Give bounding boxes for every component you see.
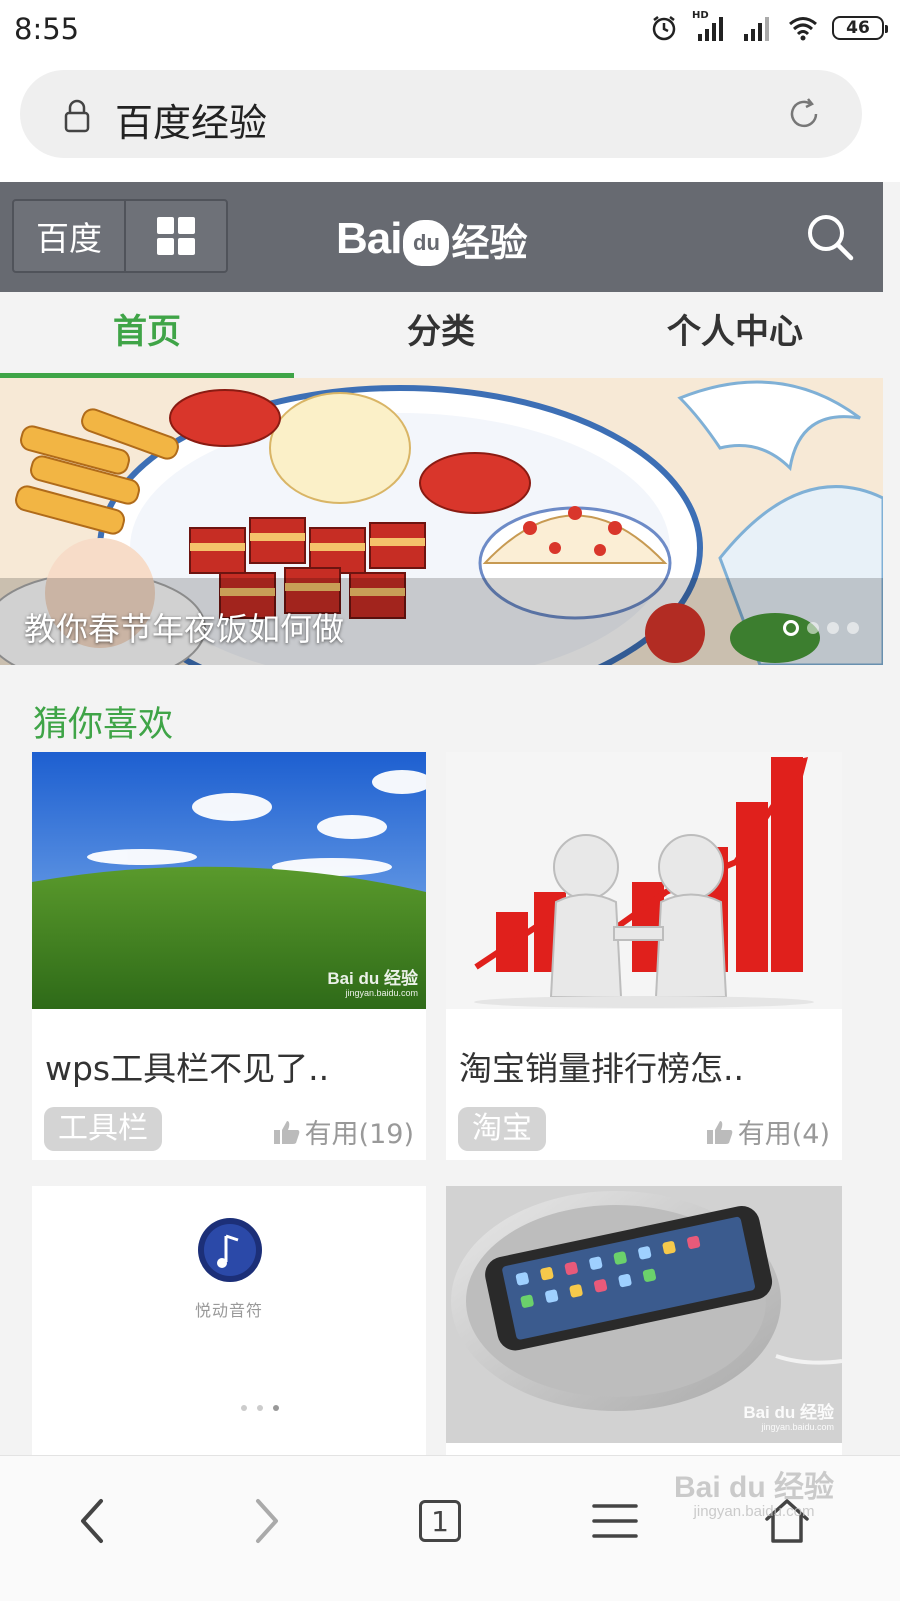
card-useful-count: 有用(19) [273,1112,414,1151]
card-tag[interactable]: 工具栏 [44,1107,162,1151]
status-bar: 8:55 HD 46 [0,0,900,62]
card-watermark-url: jingyan.baidu.com [761,1422,834,1433]
alarm-icon [652,16,676,41]
site-header: 百度 Bai du 经验 [0,182,883,292]
tab-profile[interactable]: 个人中心 [588,292,882,378]
header-button-group: 百度 [12,199,228,273]
carousel-dot[interactable] [783,620,799,636]
forward-arrow-icon [256,1499,278,1543]
banner-caption: 教你春节年夜饭如何做 [24,610,345,648]
menu-icon [592,1504,638,1538]
back-arrow-icon [81,1499,103,1543]
card-tag[interactable]: 淘宝 [458,1107,546,1151]
app-name-text: 悦动音符 [194,1301,263,1320]
address-text: 百度经验 [115,101,268,145]
status-icons: HD 46 [650,10,888,42]
status-time: 8:55 [14,12,80,46]
tab-count-icon: 1 [419,1500,461,1542]
tabs-button[interactable]: 1 [405,1486,475,1556]
card-watermark: Bai du 经验 jingyan.baidu.com [327,970,418,999]
card-thumbnail: Bai du 经验 jingyan.baidu.com [446,1186,842,1443]
tab-home[interactable]: 首页 [0,292,294,378]
card-thumbnail [446,752,842,1009]
address-bar[interactable]: 百度经验 [20,70,862,158]
card-watermark-brand: Bai du 经验 [327,969,418,989]
carousel-dot[interactable] [807,622,819,634]
page-watermark-brand: Bai du 经验 [673,1471,834,1504]
forward-button[interactable] [231,1486,301,1556]
address-bar-container: 百度经验 [0,62,900,182]
card-title[interactable]: 淘宝销量排行榜怎.. [459,1042,744,1090]
article-card[interactable]: 悦动音符 [32,1186,426,1456]
logo-bai: Bai [336,214,402,263]
back-button[interactable] [58,1486,128,1556]
carousel-dot[interactable] [847,622,859,634]
card-useful-text: 有用(19) [304,1119,414,1150]
logo-paw: du [403,220,450,266]
baidu-home-button[interactable]: 百度 [14,201,126,271]
apps-grid-button[interactable] [126,201,226,271]
carousel-dots [783,620,859,636]
card-useful-text: 有用(4) [737,1119,830,1150]
article-card[interactable]: Bai du 经验 jingyan.baidu.com wps工具栏不见了.. 工… [32,752,426,1160]
card-title[interactable]: wps工具栏不见了.. [45,1042,329,1090]
reload-icon[interactable] [786,96,822,132]
card-watermark-brand: Bai du 经验 [743,1403,834,1423]
section-title-recommend: 猜你喜欢 [33,705,174,745]
card-thumbnail: 悦动音符 [32,1186,426,1443]
article-card[interactable]: Bai du 经验 jingyan.baidu.com [446,1186,842,1456]
nav-tabs: 首页 分类 个人中心 [0,292,883,378]
thumbs-up-icon [706,1120,733,1144]
logo-jingyan: 经验 [451,220,528,265]
page-watermark: Bai du 经验 jingyan.baidu.com [674,1472,834,1519]
page-watermark-url: jingyan.baidu.com [693,1502,815,1520]
card-thumbnail: Bai du 经验 jingyan.baidu.com [32,752,426,1009]
tab-category[interactable]: 分类 [294,292,588,378]
battery-icon: 46 [832,16,888,40]
baidu-jingyan-logo[interactable]: Bai du 经验 [336,204,528,274]
card-watermark: Bai du 经验 jingyan.baidu.com [743,1404,834,1433]
hd-signal-icon: HD [692,10,728,42]
banner-carousel[interactable]: 教你春节年夜饭如何做 [0,378,883,665]
carousel-dot[interactable] [827,622,839,634]
menu-button[interactable] [580,1486,650,1556]
thumbs-up-icon [273,1120,299,1144]
signal-icon [744,17,769,41]
search-icon[interactable] [805,212,855,262]
lock-icon [64,99,90,133]
grid-icon [157,217,195,255]
wifi-icon [789,17,817,41]
article-card[interactable]: 淘宝销量排行榜怎.. 淘宝 有用(4) [446,752,842,1160]
card-useful-count: 有用(4) [706,1112,830,1151]
card-watermark-url: jingyan.baidu.com [345,988,418,999]
